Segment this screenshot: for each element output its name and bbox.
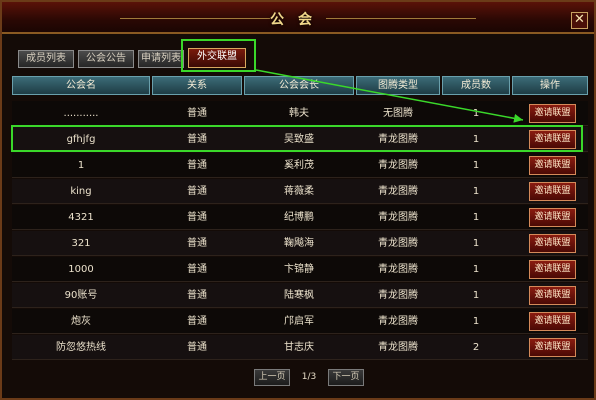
close-icon[interactable]: ✕ xyxy=(571,12,588,29)
guild-name-cell: 炮灰 xyxy=(71,316,91,327)
table-row[interactable]: 1 普通 奚利茂 青龙图腾 1 邀请联盟 xyxy=(12,153,588,178)
guild-name-cell: 1 xyxy=(77,160,85,171)
invite-alliance-button[interactable]: 邀请联盟 xyxy=(529,338,576,357)
tab-application-list[interactable]: 申请列表 xyxy=(138,50,184,68)
invite-alliance-button[interactable]: 邀请联盟 xyxy=(529,208,576,227)
tab-guild-notice[interactable]: 公会公告 xyxy=(78,50,134,68)
table-row[interactable]: ........... 普通 韩夫 无图腾 1 邀请联盟 xyxy=(12,101,588,126)
totem-cell: 青龙图腾 xyxy=(378,238,418,249)
totem-cell: 青龙图腾 xyxy=(378,290,418,301)
relation-cell: 普通 xyxy=(187,264,207,275)
guild-name-cell: 90账号 xyxy=(64,290,98,301)
table-row[interactable]: 321 普通 鞠飚海 青龙图腾 1 邀请联盟 xyxy=(12,231,588,256)
relation-cell: 普通 xyxy=(187,290,207,301)
table-row[interactable]: king 普通 蒋薇柔 青龙图腾 1 邀请联盟 xyxy=(12,179,588,204)
table-row[interactable]: 90账号 普通 陆寒枫 青龙图腾 1 邀请联盟 xyxy=(12,283,588,308)
relation-cell: 普通 xyxy=(187,186,207,197)
totem-cell: 青龙图腾 xyxy=(378,316,418,327)
member-count-cell: 1 xyxy=(472,264,480,275)
invite-alliance-button[interactable]: 邀请联盟 xyxy=(529,130,576,149)
leader-cell: 邝启军 xyxy=(284,316,314,327)
window-title: 公会 xyxy=(270,12,326,28)
title-bar: 公会 ✕ xyxy=(2,2,594,34)
title-ornament-right xyxy=(326,18,476,19)
member-count-cell: 1 xyxy=(472,212,480,223)
invite-alliance-button[interactable]: 邀请联盟 xyxy=(529,260,576,279)
leader-cell: 纪博鹏 xyxy=(284,212,314,223)
invite-alliance-button[interactable]: 邀请联盟 xyxy=(529,156,576,175)
table-row[interactable]: gfhjfg 普通 吴致盛 青龙图腾 1 邀请联盟 xyxy=(12,127,588,152)
invite-alliance-button[interactable]: 邀请联盟 xyxy=(529,104,576,123)
relation-cell: 普通 xyxy=(187,316,207,327)
relation-cell: 普通 xyxy=(187,134,207,145)
invite-alliance-button[interactable]: 邀请联盟 xyxy=(529,234,576,253)
invite-alliance-button[interactable]: 邀请联盟 xyxy=(529,182,576,201)
guild-name-cell: ........... xyxy=(63,108,99,119)
column-member-count: 成员数 xyxy=(442,76,510,95)
table-row[interactable]: 4321 普通 纪博鹏 青龙图腾 1 邀请联盟 xyxy=(12,205,588,230)
relation-cell: 普通 xyxy=(187,212,207,223)
table-row[interactable]: 炮灰 普通 邝启军 青龙图腾 1 邀请联盟 xyxy=(12,309,588,334)
invite-alliance-button[interactable]: 邀请联盟 xyxy=(529,286,576,305)
totem-cell: 青龙图腾 xyxy=(378,160,418,171)
member-count-cell: 1 xyxy=(472,108,480,119)
column-guild-name: 公会名 xyxy=(12,76,150,95)
totem-cell: 青龙图腾 xyxy=(378,134,418,145)
column-relation: 关系 xyxy=(152,76,242,95)
member-count-cell: 1 xyxy=(472,316,480,327)
column-totem-type: 图腾类型 xyxy=(356,76,440,95)
leader-cell: 韩夫 xyxy=(289,108,309,119)
member-count-cell: 1 xyxy=(472,160,480,171)
guild-name-cell: 防忽悠热线 xyxy=(56,342,106,353)
table-row[interactable]: 防忽悠热线 普通 甘志庆 青龙图腾 2 邀请联盟 xyxy=(12,335,588,360)
leader-cell: 蒋薇柔 xyxy=(284,186,314,197)
leader-cell: 陆寒枫 xyxy=(284,290,314,301)
tab-member-list[interactable]: 成员列表 xyxy=(18,50,74,68)
totem-cell: 青龙图腾 xyxy=(378,264,418,275)
table-header: 公会名 关系 公会会长 图腾类型 成员数 操作 xyxy=(12,76,588,95)
leader-cell: 甘志庆 xyxy=(284,342,314,353)
leader-cell: 奚利茂 xyxy=(284,160,314,171)
prev-page-button[interactable]: 上一页 xyxy=(254,369,290,386)
guild-name-cell: gfhjfg xyxy=(66,134,96,145)
totem-cell: 青龙图腾 xyxy=(378,212,418,223)
member-count-cell: 1 xyxy=(472,290,480,301)
pagination: 上一页 1/3 下一页 xyxy=(2,369,594,387)
guild-name-cell: 4321 xyxy=(68,212,94,223)
member-count-cell: 2 xyxy=(472,342,480,353)
table-row[interactable]: 1000 普通 卞锦静 青龙图腾 1 邀请联盟 xyxy=(12,257,588,282)
next-page-button[interactable]: 下一页 xyxy=(328,369,364,386)
column-guild-leader: 公会会长 xyxy=(244,76,354,95)
relation-cell: 普通 xyxy=(187,238,207,249)
relation-cell: 普通 xyxy=(187,108,207,119)
tab-diplomacy-alliance[interactable]: 外交联盟 xyxy=(188,48,246,68)
leader-cell: 卞锦静 xyxy=(284,264,314,275)
leader-cell: 吴致盛 xyxy=(284,134,314,145)
guild-name-cell: 1000 xyxy=(68,264,94,275)
member-count-cell: 1 xyxy=(472,238,480,249)
guild-window: 公会 ✕ 成员列表 公会公告 申请列表 外交联盟 公会名 关系 公会会长 图腾类… xyxy=(0,0,596,400)
totem-cell: 青龙图腾 xyxy=(378,186,418,197)
column-action: 操作 xyxy=(512,76,588,95)
member-count-cell: 1 xyxy=(472,134,480,145)
totem-cell: 无图腾 xyxy=(383,108,413,119)
page-indicator: 1/3 xyxy=(301,372,317,382)
leader-cell: 鞠飚海 xyxy=(284,238,314,249)
invite-alliance-button[interactable]: 邀请联盟 xyxy=(529,312,576,331)
relation-cell: 普通 xyxy=(187,342,207,353)
guild-name-cell: king xyxy=(70,186,92,197)
guild-name-cell: 321 xyxy=(71,238,91,249)
relation-cell: 普通 xyxy=(187,160,207,171)
totem-cell: 青龙图腾 xyxy=(378,342,418,353)
member-count-cell: 1 xyxy=(472,186,480,197)
